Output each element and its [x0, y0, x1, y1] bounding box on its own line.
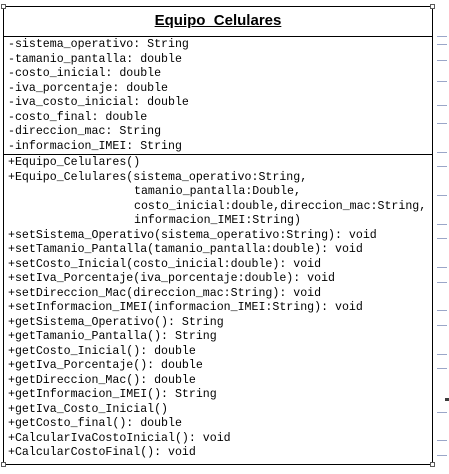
- resize-handle-top-left[interactable]: [1, 4, 6, 9]
- constructor-row: +Equipo_Celulares(sistema_operativo:Stri…: [8, 170, 308, 184]
- connector-port[interactable]: [437, 195, 447, 196]
- connector-port[interactable]: [437, 368, 447, 369]
- connector-port[interactable]: [437, 152, 447, 153]
- attribute-row: -tamanio_pantalla: double: [8, 52, 182, 66]
- connector-port[interactable]: [437, 60, 447, 61]
- method-row: +getCosto_final(): double: [8, 417, 182, 430]
- constructor-row: +Equipo_Celulares(): [8, 156, 141, 169]
- connector-port[interactable]: [437, 440, 447, 441]
- connector-port[interactable]: [437, 282, 447, 283]
- operations-section: +Equipo_Celulares() +Equipo_Celulares(si…: [4, 155, 432, 461]
- method-row: +getSistema_Operativo(): String: [8, 315, 224, 329]
- constructor-param-row: informacion_IMEI:String): [134, 214, 301, 227]
- attribute-row: -iva_costo_inicial: double: [8, 96, 189, 109]
- method-row: +CalcularIvaCostoInicial(): void: [8, 431, 231, 445]
- resize-handle-top-right[interactable]: [430, 4, 435, 9]
- connector-port[interactable]: [437, 81, 447, 82]
- connector-port[interactable]: [437, 412, 447, 413]
- method-row: +CalcularCostoFinal(): void: [8, 446, 196, 459]
- class-name: Equipo_Celulares: [4, 7, 432, 37]
- connector-port[interactable]: [437, 310, 447, 311]
- constructor-param-row: tamanio_pantalla:Double,: [134, 185, 301, 198]
- constructor-param-row: costo_inicial:double,direccion_mac:Strin…: [134, 199, 427, 213]
- method-row: +getTamanio_Pantalla(): String: [8, 330, 217, 343]
- connector-port[interactable]: [437, 36, 447, 37]
- attribute-row: -costo_final: double: [8, 110, 148, 124]
- connector-port[interactable]: [437, 166, 447, 167]
- attributes-section: -sistema_operativo: String -tamanio_pant…: [4, 37, 432, 155]
- resize-handle-bottom-right[interactable]: [430, 462, 435, 467]
- method-row: +setCosto_Inicial(costo_inicial:double):…: [8, 257, 322, 271]
- method-row: +setIva_Porcentaje(iva_porcentaje:double…: [8, 272, 335, 285]
- method-row: +getIva_Costo_Inicial(): [8, 402, 169, 416]
- attribute-row: -costo_inicial: double: [8, 67, 162, 80]
- method-row: +setInformacion_IMEI(informacion_IMEI:St…: [8, 301, 363, 314]
- resize-handle-bottom-left[interactable]: [1, 462, 6, 467]
- method-row: +getCosto_Inicial(): double: [8, 344, 196, 358]
- method-row: +getInformacion_IMEI(): String: [8, 388, 217, 401]
- attribute-row: -informacion_IMEI: String: [8, 139, 182, 153]
- connector-port[interactable]: [437, 325, 447, 326]
- connector-port[interactable]: [437, 224, 447, 225]
- method-row: +setTamanio_Pantalla(tamanio_pantalla:do…: [8, 243, 363, 256]
- connector-port[interactable]: [437, 44, 447, 45]
- connector-port[interactable]: [437, 455, 447, 456]
- method-row: +getDireccion_Mac(): double: [8, 373, 196, 387]
- connector-port[interactable]: [437, 267, 447, 268]
- method-row: +getIva_Porcentaje(): double: [8, 359, 203, 372]
- method-row: +setDireccion_Mac(direccion_mac:String):…: [8, 286, 322, 300]
- connector-port[interactable]: [437, 354, 447, 355]
- uml-class-box[interactable]: Equipo_Celulares -sistema_operativo: Str…: [3, 6, 433, 465]
- connector-port[interactable]: [437, 123, 447, 124]
- attribute-row: -sistema_operativo: String: [8, 38, 189, 51]
- edge-marker: [445, 398, 449, 401]
- attribute-row: -iva_porcentaje: double: [8, 81, 169, 95]
- connector-port[interactable]: [437, 238, 447, 239]
- attribute-row: -direccion_mac: String: [8, 125, 162, 138]
- method-row: +setSistema_Operativo(sistema_operativo:…: [8, 228, 377, 242]
- connector-port[interactable]: [437, 105, 447, 106]
